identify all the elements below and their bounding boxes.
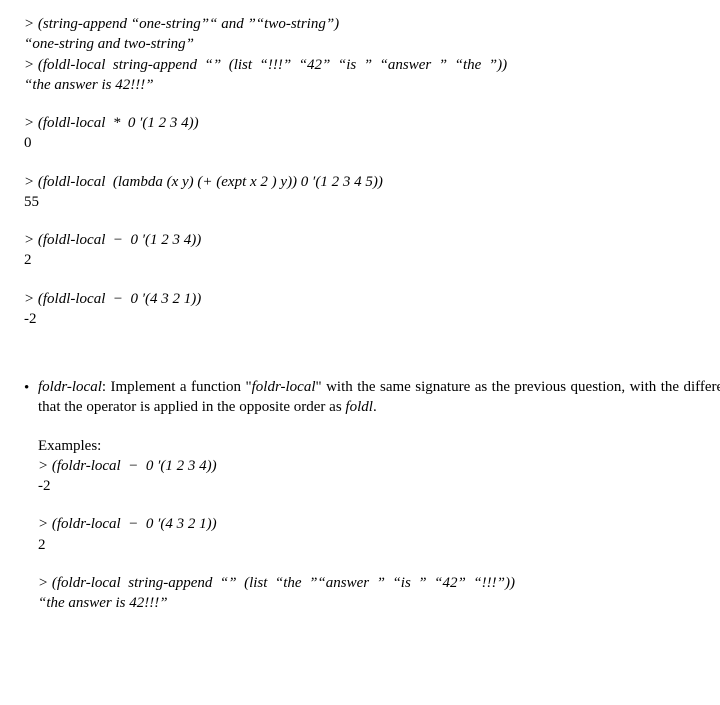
bullet-icon: • — [24, 377, 38, 398]
repl-input: > (foldl-local − 0 ′(1 2 3 4)) — [24, 230, 720, 250]
example-block: > (foldl-local − 0 ′(4 3 2 1)) -2 — [24, 289, 720, 330]
function-name-inline: foldr-local — [252, 379, 316, 395]
repl-input: > (string-append “one-string”“ and ”“two… — [24, 14, 720, 34]
example-block: > (foldl-local (lambda (x y) (+ (expt x … — [24, 172, 720, 213]
repl-output: “the answer is 42!!!” — [24, 75, 720, 95]
example-block: > (foldl-local − 0 ′(1 2 3 4)) 2 — [24, 230, 720, 271]
bullet-text: foldr-local: Implement a function "foldr… — [38, 377, 720, 418]
repl-output: 2 — [38, 535, 720, 555]
repl-input: > (foldl-local * 0 ′(1 2 3 4)) — [24, 113, 720, 133]
function-name: foldr-local — [38, 379, 102, 395]
example-block: > (string-append “one-string”“ and ”“two… — [24, 14, 720, 95]
repl-input: > (foldr-local − 0 ′(1 2 3 4)) — [38, 456, 720, 476]
example-block: > (foldl-local * 0 ′(1 2 3 4)) 0 — [24, 113, 720, 154]
repl-input: > (foldr-local string-append “” (list “t… — [38, 573, 720, 593]
repl-input: > (foldl-local string-append “” (list “!… — [24, 55, 720, 75]
repl-input: > (foldr-local − 0 ′(4 3 2 1)) — [38, 514, 720, 534]
repl-output: “the answer is 42!!!” — [38, 593, 720, 613]
repl-input: > (foldl-local − 0 ′(4 3 2 1)) — [24, 289, 720, 309]
repl-output: -2 — [38, 476, 720, 496]
repl-output: 2 — [24, 250, 720, 270]
repl-output: 0 — [24, 133, 720, 153]
example-block: > (foldr-local string-append “” (list “t… — [38, 573, 720, 614]
repl-output: “one-string and two-string” — [24, 34, 720, 54]
desc-text: . — [373, 399, 377, 415]
desc-text: : Implement a function " — [102, 379, 252, 395]
repl-input: > (foldl-local (lambda (x y) (+ (expt x … — [24, 172, 720, 192]
example-block: > (foldr-local − 0 ′(4 3 2 1)) 2 — [38, 514, 720, 555]
bullet-item-foldr-local: • foldr-local: Implement a function "fol… — [24, 377, 720, 418]
repl-output: -2 — [24, 309, 720, 329]
example-block: > (foldr-local − 0 ′(1 2 3 4)) -2 — [38, 456, 720, 497]
foldl-word: foldl — [345, 399, 373, 415]
examples-label: Examples: — [38, 436, 720, 456]
repl-output: 55 — [24, 192, 720, 212]
